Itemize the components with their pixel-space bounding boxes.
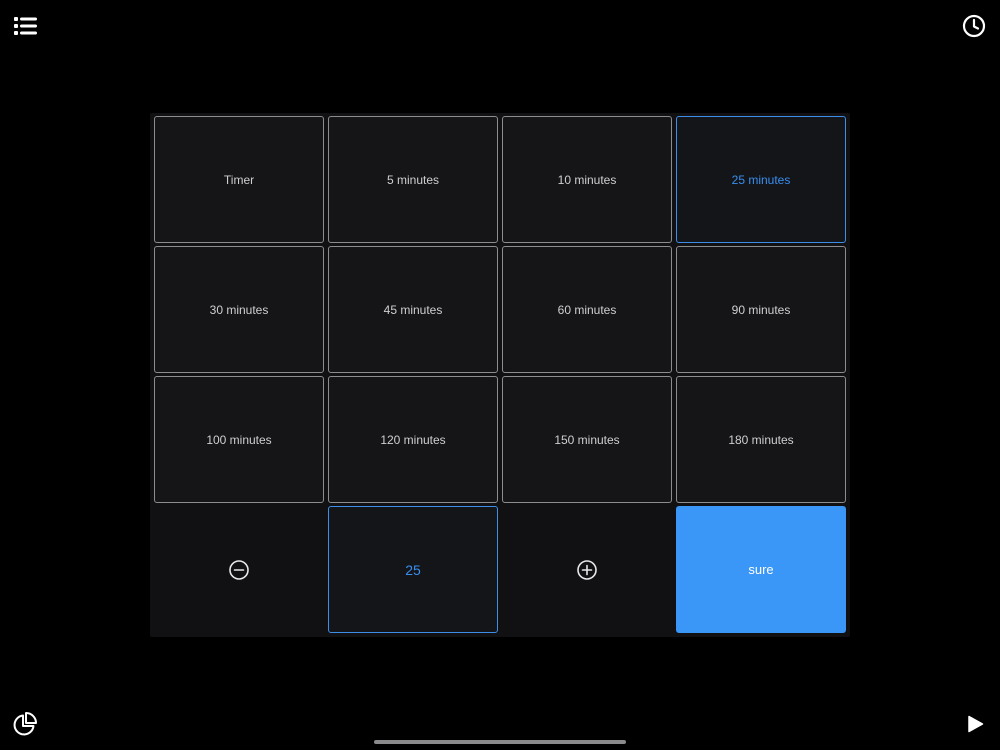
preset-option[interactable]: 10 minutes	[502, 116, 672, 243]
confirm-button[interactable]: sure	[676, 506, 846, 633]
preset-option[interactable]: 45 minutes	[328, 246, 498, 373]
decrement-button[interactable]	[154, 506, 324, 633]
statistics-button[interactable]	[10, 709, 40, 739]
plus-circle-icon	[577, 559, 597, 580]
history-button[interactable]	[959, 11, 989, 41]
timer-screen: Timer 5 minutes 10 minutes 25 minutes 30 min…	[0, 0, 1000, 750]
clock-icon	[962, 14, 986, 38]
preset-option[interactable]: 100 minutes	[154, 376, 324, 503]
minus-circle-icon	[229, 559, 249, 580]
list-icon	[14, 17, 37, 35]
preset-option[interactable]: 30 minutes	[154, 246, 324, 373]
preset-option[interactable]: 150 minutes	[502, 376, 672, 503]
home-indicator[interactable]	[374, 740, 626, 744]
preset-timer[interactable]: Timer	[154, 116, 324, 243]
play-button[interactable]	[960, 709, 990, 739]
preset-option[interactable]: 120 minutes	[328, 376, 498, 503]
play-icon	[968, 715, 984, 733]
preset-grid: Timer 5 minutes 10 minutes 25 minutes 30 min…	[154, 116, 846, 633]
increment-button[interactable]	[502, 506, 672, 633]
preset-option[interactable]: 60 minutes	[502, 246, 672, 373]
duration-value[interactable]: 25	[328, 506, 498, 633]
menu-button[interactable]	[11, 11, 41, 41]
preset-option[interactable]: 25 minutes	[676, 116, 846, 243]
pie-chart-icon	[13, 712, 37, 736]
preset-option[interactable]: 90 minutes	[676, 246, 846, 373]
preset-option[interactable]: 5 minutes	[328, 116, 498, 243]
timer-panel: Timer 5 minutes 10 minutes 25 minutes 30 min…	[150, 113, 850, 637]
preset-option[interactable]: 180 minutes	[676, 376, 846, 503]
